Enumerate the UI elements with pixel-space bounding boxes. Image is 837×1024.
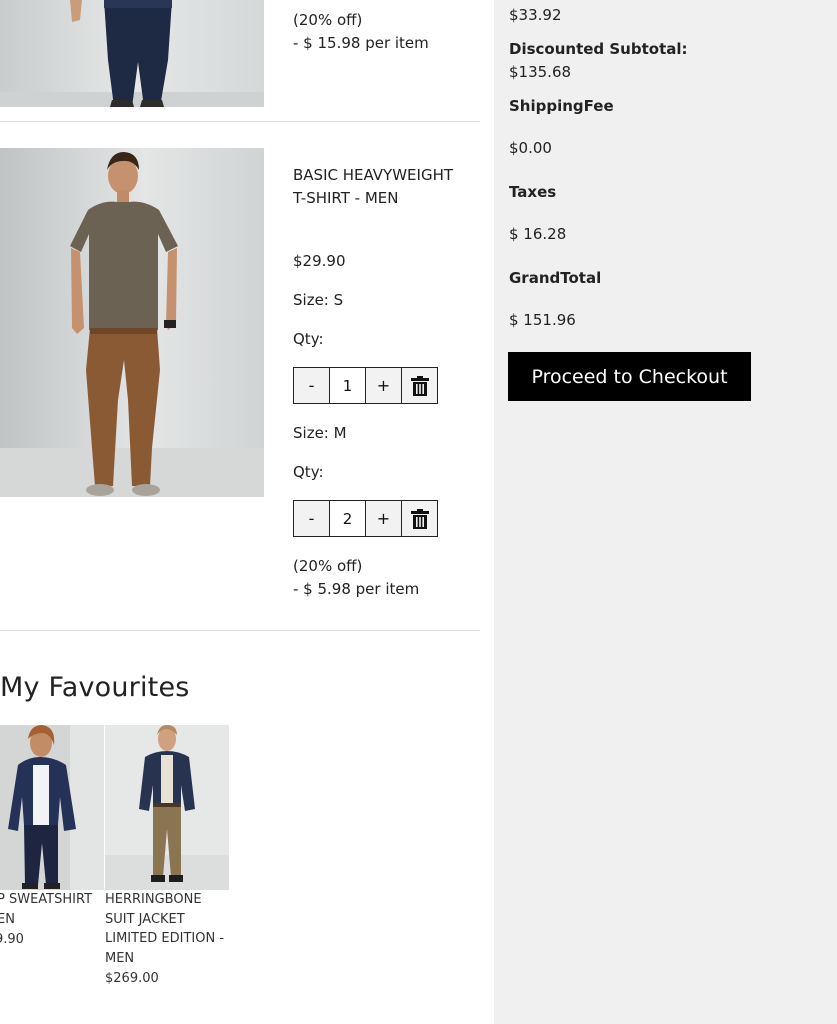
favourite-name[interactable]: HERRINGBONE SUIT JACKET LIMITED EDITION … [105, 890, 229, 968]
divider [0, 630, 480, 631]
increase-qty-button[interactable]: + [365, 500, 402, 537]
qty-label: Qty: [293, 330, 324, 348]
shipping-value: $0.00 [509, 139, 552, 157]
quantity-stepper: - 1 + [293, 367, 438, 404]
product-image-jeans[interactable] [0, 0, 264, 107]
grand-total-label: GrandTotal [509, 269, 602, 287]
qty-value[interactable]: 2 [329, 500, 366, 537]
favourites-title: My Favourites [0, 672, 190, 703]
favourite-price: $269.00 [105, 971, 159, 986]
item-discount-amount: - $ 5.98 per item [293, 580, 420, 598]
divider [0, 121, 480, 122]
discount-value: $33.92 [509, 6, 562, 24]
quantity-stepper: - 2 + [293, 500, 438, 537]
favourite-price: 9.90 [0, 932, 24, 947]
trash-icon [410, 508, 429, 529]
size-label: Size: M [293, 424, 347, 442]
trash-icon [410, 375, 429, 396]
item-discount-note: (20% off) [293, 11, 363, 29]
decrease-qty-button[interactable]: - [293, 367, 330, 404]
favourite-image-suit-jacket[interactable] [105, 725, 229, 890]
taxes-value: $ 16.28 [509, 225, 567, 243]
size-label: Size: S [293, 291, 344, 309]
checkout-button[interactable]: Proceed to Checkout [508, 352, 751, 401]
item-discount-note: (20% off) [293, 557, 363, 575]
remove-item-button[interactable] [401, 500, 438, 537]
qty-value[interactable]: 1 [329, 367, 366, 404]
grand-total-value: $ 151.96 [509, 311, 576, 329]
product-price: $29.90 [293, 252, 346, 270]
favourite-image-sweatshirt[interactable] [0, 725, 104, 890]
favourite-name[interactable]: P SWEATSHIRT EN [0, 890, 99, 929]
discounted-subtotal-label: Discounted Subtotal: [509, 40, 688, 58]
product-name[interactable]: BASIC HEAVYWEIGHT T-SHIRT - MEN [293, 164, 463, 210]
increase-qty-button[interactable]: + [365, 367, 402, 404]
qty-label: Qty: [293, 463, 324, 481]
item-discount-amount: - $ 15.98 per item [293, 34, 429, 52]
remove-item-button[interactable] [401, 367, 438, 404]
decrease-qty-button[interactable]: - [293, 500, 330, 537]
product-image-tshirt[interactable] [0, 148, 264, 497]
shipping-label: ShippingFee [509, 97, 614, 115]
discounted-subtotal-value: $135.68 [509, 63, 572, 81]
taxes-label: Taxes [509, 183, 557, 201]
cart-panel: (20% off) - $ 15.98 per item BASIC HEAVY… [0, 0, 494, 1024]
